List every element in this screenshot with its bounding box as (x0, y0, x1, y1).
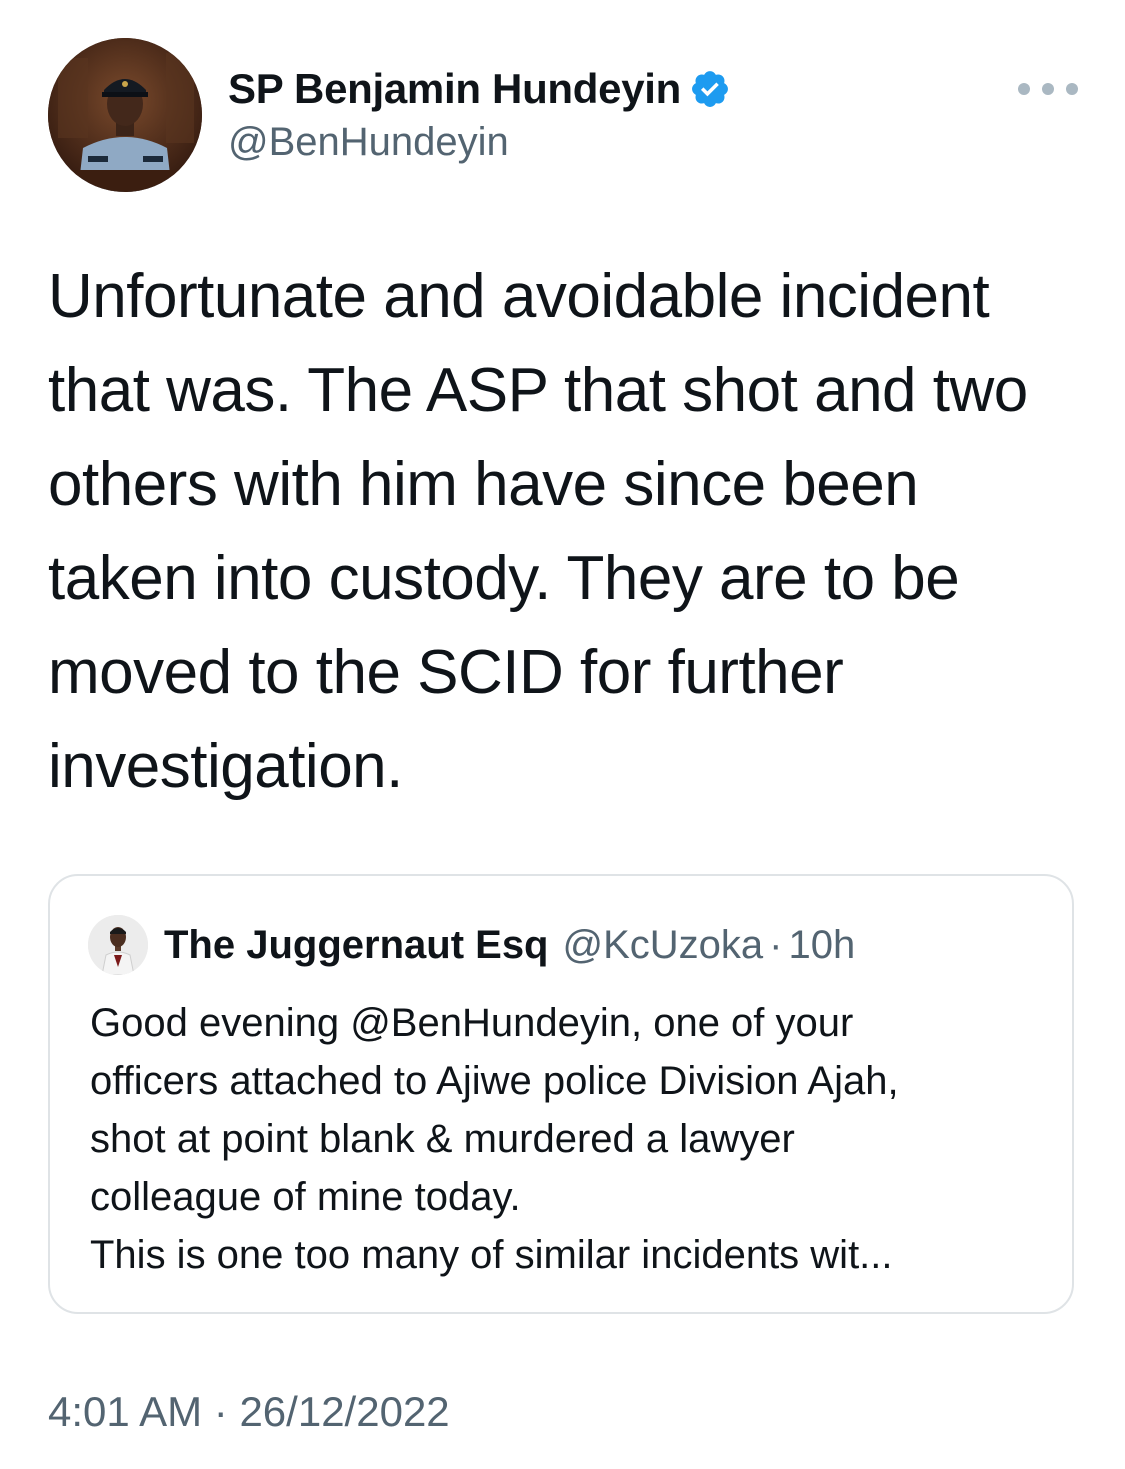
author-name-block: SP Benjamin Hundeyin @BenHundeyin (228, 64, 731, 165)
quoted-author-display-name[interactable]: The Juggernaut Esq (164, 923, 549, 968)
more-dot (1042, 83, 1054, 95)
author-handle[interactable]: @BenHundeyin (228, 120, 731, 165)
quoted-tweet-card[interactable]: The Juggernaut Esq @KcUzoka · 10h Good e… (48, 874, 1074, 1314)
more-options-icon[interactable] (1018, 74, 1078, 104)
quoted-author-handle[interactable]: @KcUzoka (563, 923, 764, 968)
quoted-tweet-text: Good evening @BenHundeyin, one of your o… (90, 1001, 899, 1277)
quoted-separator: · (769, 922, 783, 967)
verified-badge-icon (689, 68, 731, 110)
tweet-date: 26/12/2022 (239, 1388, 450, 1435)
tweet-text: Unfortunate and avoidable incident that … (48, 262, 1028, 801)
author-display-name[interactable]: SP Benjamin Hundeyin (228, 65, 681, 113)
quoted-author-avatar (88, 915, 148, 975)
quoted-timestamp[interactable]: 10h (789, 923, 856, 968)
author-avatar[interactable] (48, 38, 202, 192)
more-dot (1066, 83, 1078, 95)
more-dot (1018, 83, 1030, 95)
quoted-tweet-header: The Juggernaut Esq @KcUzoka · 10h (88, 914, 855, 976)
tweet-timestamp[interactable]: 4:01 AM · 26/12/2022 (48, 1388, 450, 1436)
display-name-row: SP Benjamin Hundeyin (228, 64, 731, 114)
footer-separator: · (213, 1388, 228, 1435)
tweet-time: 4:01 AM (48, 1388, 203, 1435)
tweet-header: SP Benjamin Hundeyin @BenHundeyin (48, 38, 1078, 193)
